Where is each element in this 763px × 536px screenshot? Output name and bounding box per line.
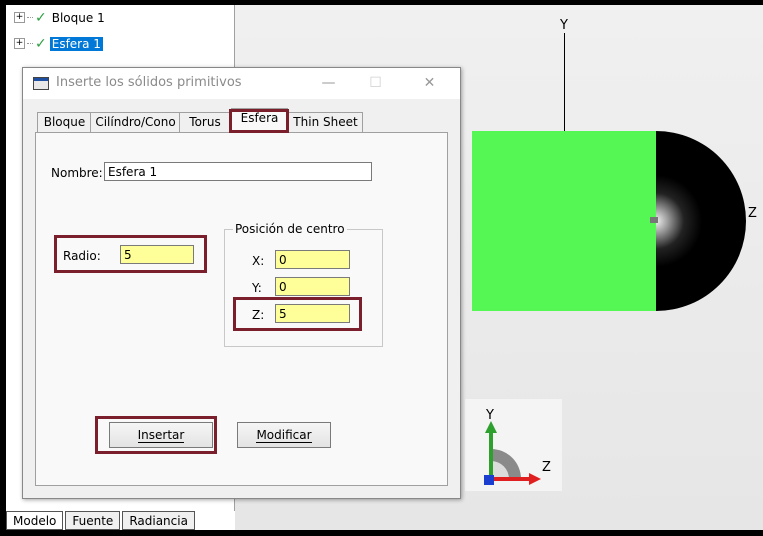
x-field[interactable]: 0 [275,250,350,269]
expand-icon[interactable]: + [14,38,25,49]
checkmark-icon: ✓ [35,9,47,26]
frame-bottom-border [0,530,763,536]
bottom-tab-bar: Modelo Fuente Radiancia [6,511,197,530]
checkmark-icon: ✓ [35,35,47,52]
tree-item-esfera[interactable]: + ✓ Esfera 1 [14,35,103,52]
origin-marker [650,217,658,223]
y-label: Y: [252,281,262,295]
z-axis-label: Z [748,206,757,221]
tab-torus[interactable]: Torus [179,112,231,133]
dialog-title: Inserte los sólidos primitivos [56,75,242,90]
highlight-esfera-tab [229,109,289,133]
minimize-button[interactable]: — [306,68,351,99]
y-axis-line [564,33,565,131]
tab-bloque[interactable]: Bloque [37,112,92,133]
tab-modelo[interactable]: Modelo [6,511,64,530]
axes-indicator: Y Z [465,399,562,491]
y-field[interactable]: 0 [275,277,350,296]
modify-button-label: Modificar [256,428,312,443]
tree-connector [27,17,33,18]
tab-fuente[interactable]: Fuente [65,511,121,530]
maximize-button[interactable]: ☐ [353,68,398,99]
axes-indicator-icon: Y Z [484,408,551,485]
tree-connector [27,43,33,44]
mini-y-label: Y [485,408,494,423]
tree-item-bloque[interactable]: + ✓ Bloque 1 [14,9,107,26]
tab-thin-sheet[interactable]: Thin Sheet [288,112,363,133]
nombre-field[interactable]: Esfera 1 [104,162,372,181]
tab-radiancia[interactable]: Radiancia [122,511,195,530]
y-axis-label: Y [560,18,568,33]
tree-item-label: Esfera 1 [49,36,103,51]
highlight-insert [95,416,217,454]
modify-button[interactable]: Modificar [237,422,331,448]
dialog-title-bar[interactable]: Inserte los sólidos primitivos — ☐ ✕ [23,68,460,99]
highlight-z [233,297,362,331]
nombre-label: Nombre: [51,166,103,180]
tree-item-label: Bloque 1 [51,10,105,25]
mini-z-label: Z [542,460,551,475]
expand-icon[interactable]: + [14,12,25,23]
block-solid[interactable] [472,131,656,311]
window-app-icon [33,77,49,90]
tab-cilindro-cono[interactable]: Cilíndro/Cono [90,112,181,133]
highlight-radio [54,235,207,273]
center-position-title: Posición de centro [233,222,347,236]
close-button[interactable]: ✕ [407,68,452,99]
x-label: X: [252,254,265,268]
